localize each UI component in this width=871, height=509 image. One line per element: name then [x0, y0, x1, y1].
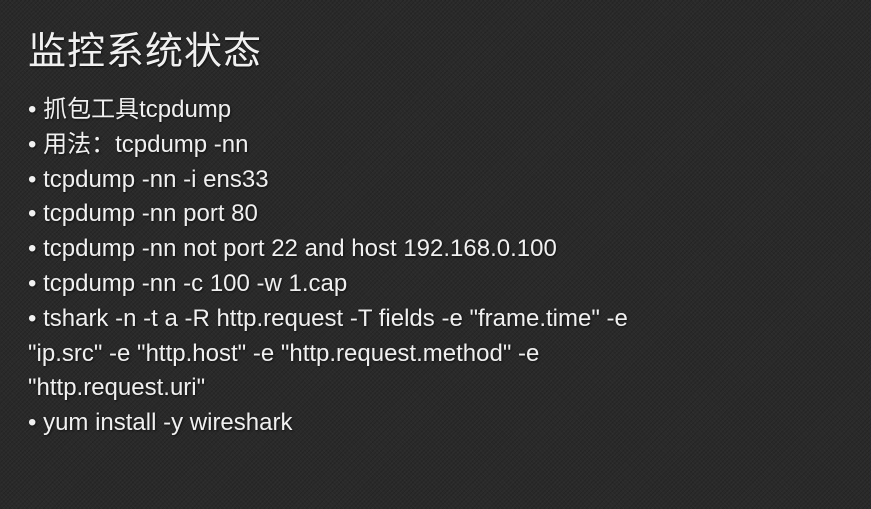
list-item: tcpdump -nn port 80 [28, 197, 843, 232]
slide-title: 监控系统状态 [28, 20, 843, 75]
list-item: tcpdump -nn not port 22 and host 192.168… [28, 232, 843, 267]
list-item: tshark -n -t a -R http.request -T fields… [28, 302, 843, 337]
list-item: tcpdump -nn -c 100 -w 1.cap [28, 267, 843, 302]
list-item-continuation: "ip.src" -e "http.host" -e "http.request… [28, 337, 843, 372]
list-item: yum install -y wireshark [28, 406, 843, 441]
bullet-list: 抓包工具tcpdump 用法：tcpdump -nn tcpdump -nn -… [28, 93, 843, 441]
list-item: 用法：tcpdump -nn [28, 128, 843, 163]
list-item: tcpdump -nn -i ens33 [28, 163, 843, 198]
list-item: 抓包工具tcpdump [28, 93, 843, 128]
list-item-continuation: "http.request.uri" [28, 371, 843, 406]
